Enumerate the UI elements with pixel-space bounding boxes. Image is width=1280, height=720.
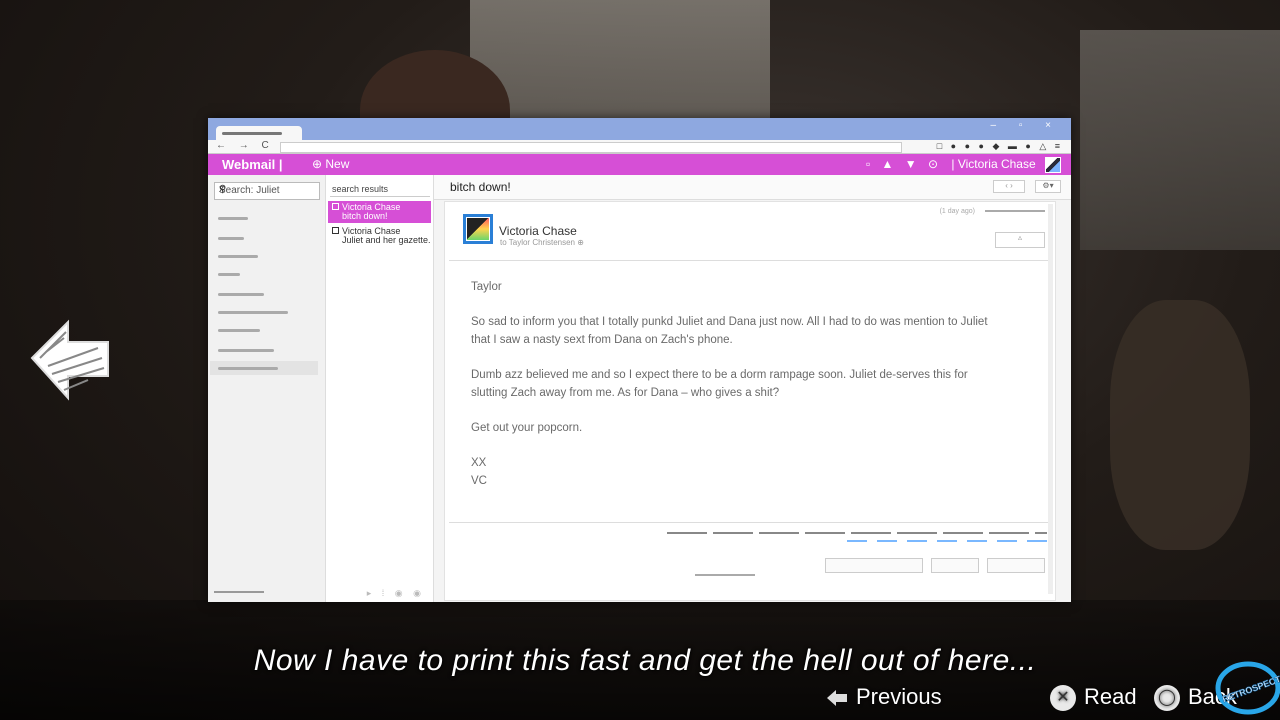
browser-titlebar: – ▫ ×: [208, 118, 1071, 140]
previous-label: Previous: [856, 684, 942, 709]
folder-item[interactable]: [218, 349, 274, 352]
window-light: [470, 0, 770, 130]
browser-window: – ▫ × ← → C ⌂ □ ● ● ● ◆ ▬ ● △ ≡ Webmail …: [208, 118, 1071, 602]
folder-item[interactable]: [218, 237, 244, 240]
result-subject: Juliet and her gazette...: [342, 236, 430, 245]
new-message-button[interactable]: ⊕ New: [312, 157, 349, 171]
scrollbar[interactable]: [1048, 204, 1053, 594]
lamp-shape: [1110, 300, 1250, 550]
folder-item[interactable]: [218, 217, 248, 220]
message-card: Victoria Chase to Taylor Christensen ⊕ (…: [444, 201, 1056, 601]
search-icon[interactable]: ⚲: [219, 184, 316, 195]
signoff: XX: [471, 457, 487, 469]
list-item[interactable]: Victoria Chase Juliet and her gazette...: [328, 225, 431, 247]
paragraph: So sad to inform you that I totally punk…: [471, 316, 988, 346]
left-arrow-icon: [827, 690, 847, 707]
folder-item[interactable]: [218, 273, 240, 276]
browser-tab[interactable]: [216, 126, 302, 140]
message-body: Taylor So sad to inform you that I total…: [471, 278, 991, 490]
result-from: Victoria Chase: [342, 202, 401, 212]
gear-icon[interactable]: ⚙▾: [1035, 180, 1061, 193]
folder-item[interactable]: [218, 293, 264, 296]
watermark-logo: RETROSPECT: [1215, 661, 1280, 715]
user-name[interactable]: | Victoria Chase: [951, 157, 1035, 171]
folder-item[interactable]: [218, 255, 258, 258]
results-pane: search results Victoria Chase bitch down…: [326, 175, 434, 602]
folder-item[interactable]: [218, 311, 288, 314]
left-footer: [214, 591, 264, 593]
divider: [449, 522, 1049, 523]
reading-pane: bitch down! ‹ › ⚙▾ Victoria Chase to Tay…: [434, 175, 1071, 602]
previous-prompt[interactable]: Previous: [826, 684, 942, 710]
cross-button-icon: ✕: [1050, 685, 1076, 712]
folder-item[interactable]: [218, 329, 260, 332]
avatar[interactable]: [1045, 157, 1061, 173]
extension-icons[interactable]: □ ● ● ● ◆ ▬ ● △ ≡: [937, 141, 1063, 152]
checkbox[interactable]: [332, 203, 339, 210]
paragraph: Dumb azz believed me and so I expect the…: [471, 369, 968, 399]
folder-pane: Search: Juliet x ⚲: [208, 175, 326, 602]
message-subject: bitch down!: [450, 180, 511, 194]
window-light-right: [1080, 30, 1280, 250]
header-right: ▫ ▲ ▼ ⊙ | Victoria Chase: [866, 157, 1061, 173]
address-bar-row: ← → C ⌂ □ ● ● ● ◆ ▬ ● △ ≡: [208, 140, 1071, 154]
dialogue-subtitle: Now I have to print this fast and get th…: [253, 644, 1037, 677]
tab-title: [222, 132, 282, 135]
result-from: Victoria Chase: [342, 226, 401, 236]
left-arrow-icon[interactable]: [28, 318, 112, 402]
recipient: to Taylor Christensen ⊕: [500, 238, 584, 247]
message-footnote: [667, 532, 1047, 534]
message-date: (1 day ago): [940, 208, 1045, 215]
divider: [449, 260, 1049, 261]
greeting: Taylor: [471, 281, 502, 293]
checkbox[interactable]: [332, 227, 339, 234]
sender-avatar: [463, 214, 493, 244]
address-field[interactable]: [280, 142, 902, 153]
reply-all-button[interactable]: [825, 558, 923, 573]
subject-bar: bitch down! ‹ › ⚙▾: [434, 175, 1071, 200]
results-heading: search results: [332, 184, 389, 194]
read-prompt[interactable]: ✕ Read: [1050, 684, 1137, 712]
sender-name[interactable]: Victoria Chase: [499, 224, 577, 238]
read-label: Read: [1084, 684, 1137, 709]
message-footnote-link[interactable]: [847, 540, 1047, 542]
search-input[interactable]: Search: Juliet x ⚲: [214, 182, 320, 200]
window-controls[interactable]: – ▫ ×: [990, 120, 1061, 131]
list-item[interactable]: Victoria Chase bitch down!: [328, 201, 431, 223]
results-footer-icons[interactable]: ▸ ⁞ ◉ ◉: [367, 588, 425, 599]
pager-buttons[interactable]: ‹ ›: [993, 180, 1025, 193]
reply-button[interactable]: ▵: [995, 232, 1045, 248]
divider: [330, 196, 430, 197]
folder-item[interactable]: [218, 367, 278, 370]
webmail-header: Webmail | ⊕ New ▫ ▲ ▼ ⊙ | Victoria Chase: [208, 154, 1071, 176]
circle-button-icon: ◯: [1154, 685, 1180, 712]
more-button[interactable]: [987, 558, 1045, 573]
result-subject: bitch down!: [342, 212, 388, 221]
message-footer: [695, 574, 755, 576]
forward-button[interactable]: [931, 558, 979, 573]
paragraph: Get out your popcorn.: [471, 422, 583, 434]
signoff: VC: [471, 475, 487, 487]
header-icons[interactable]: ▫ ▲ ▼ ⊙: [866, 157, 942, 171]
webmail-logo: Webmail |: [222, 157, 283, 172]
